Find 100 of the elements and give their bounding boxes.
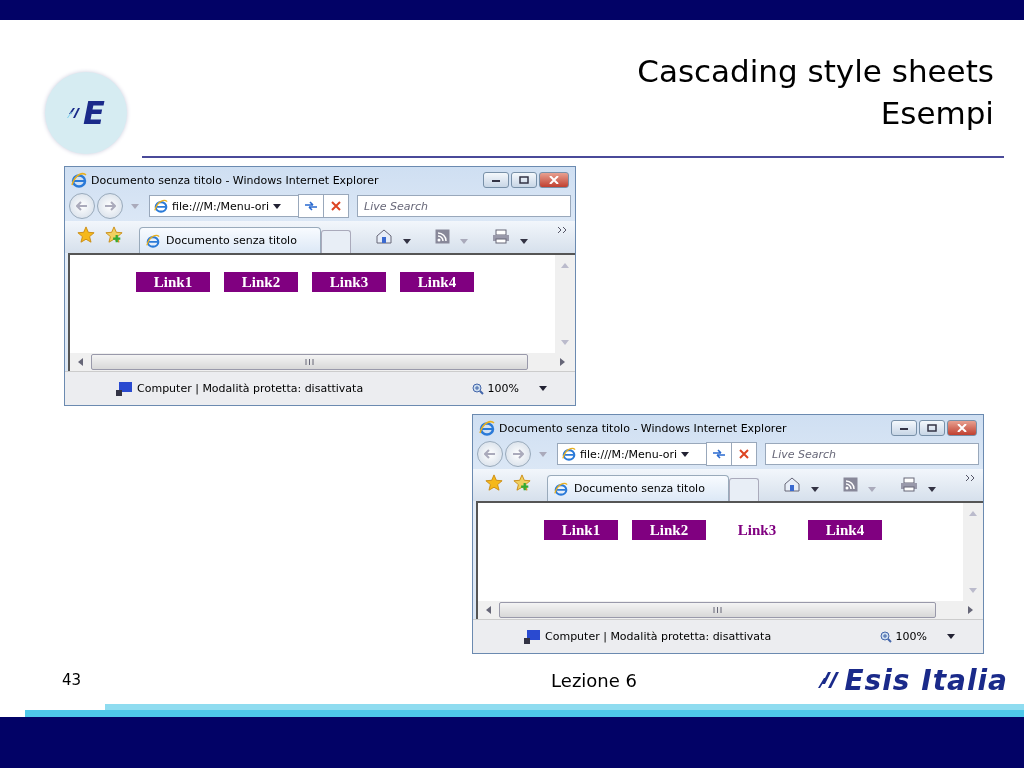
dropdown-caret-icon xyxy=(681,451,690,457)
horizontal-scrollbar[interactable] xyxy=(476,601,983,619)
dropdown-caret-icon xyxy=(811,487,819,492)
menu-link[interactable]: Link4 xyxy=(400,272,474,292)
address-bar[interactable]: file:///M:/Menu-ori xyxy=(557,443,707,465)
dropdown-caret-icon xyxy=(460,239,468,244)
refresh-button[interactable] xyxy=(298,194,324,218)
minimize-icon xyxy=(899,425,909,431)
ie-logo-icon xyxy=(554,481,568,496)
grip-icon xyxy=(713,607,722,613)
forward-button[interactable] xyxy=(97,193,123,219)
page-number: 43 xyxy=(62,671,82,689)
minimize-button[interactable] xyxy=(891,420,917,436)
feed-icon[interactable] xyxy=(435,229,450,244)
back-arrow-icon xyxy=(484,449,496,459)
stop-button[interactable] xyxy=(731,442,757,466)
stop-x-icon xyxy=(739,449,749,459)
tab-label: Documento senza titolo xyxy=(166,234,297,247)
dropdown-caret-icon xyxy=(273,203,282,209)
chevron-icon[interactable] xyxy=(558,227,567,233)
zoom-level[interactable]: 100% xyxy=(487,382,519,395)
window-title: Documento senza titolo - Windows Internet Explorer xyxy=(499,421,787,435)
printer-icon[interactable] xyxy=(900,477,918,492)
ie-logo-icon xyxy=(479,420,495,436)
feed-icon[interactable] xyxy=(843,477,858,492)
brand-name: Esis Italia xyxy=(844,663,1008,697)
dropdown-caret-icon xyxy=(403,239,411,244)
window-title: Documento senza titolo - Windows Internet Explorer xyxy=(91,173,379,187)
back-button[interactable] xyxy=(477,441,503,467)
scroll-up-arrow-icon xyxy=(561,263,569,268)
computer-icon xyxy=(523,629,541,644)
scroll-left-arrow-icon xyxy=(486,606,491,614)
zoom-icon[interactable] xyxy=(471,382,484,395)
star-icon xyxy=(77,226,95,244)
scroll-down-arrow-icon xyxy=(561,340,569,345)
address-text: file:///M:/Menu-ori xyxy=(580,447,678,461)
slide-title: Cascading style sheets xyxy=(637,52,994,91)
vertical-scrollbar[interactable] xyxy=(963,503,983,601)
close-icon xyxy=(549,176,559,184)
search-field[interactable]: Live Search xyxy=(357,195,571,217)
star-plus-icon xyxy=(513,474,531,492)
scrollbar-thumb[interactable] xyxy=(499,602,936,618)
chevron-icon[interactable] xyxy=(966,475,975,481)
stop-x-icon xyxy=(331,201,341,211)
maximize-icon xyxy=(927,424,937,432)
menu-link[interactable]: Link4 xyxy=(808,520,882,540)
browser-tab[interactable]: Documento senza titolo xyxy=(547,475,729,501)
star-icon xyxy=(485,474,503,492)
zoom-icon[interactable] xyxy=(879,630,892,643)
browser-tab[interactable]: Documento senza titolo xyxy=(139,227,321,253)
close-button[interactable] xyxy=(539,172,569,188)
dropdown-caret-icon xyxy=(947,634,955,639)
ie-logo-icon xyxy=(146,233,160,248)
tab-label: Documento senza titolo xyxy=(574,482,705,495)
forward-button[interactable] xyxy=(505,441,531,467)
close-icon xyxy=(957,424,967,432)
maximize-icon xyxy=(519,176,529,184)
address-text: file:///M:/Menu-ori xyxy=(172,199,270,213)
printer-icon[interactable] xyxy=(492,229,510,244)
maximize-button[interactable] xyxy=(919,420,945,436)
ie-logo-icon xyxy=(71,172,87,188)
menu-link[interactable]: Link1 xyxy=(136,272,210,292)
scroll-down-arrow-icon xyxy=(969,588,977,593)
menu-link[interactable]: Link1 xyxy=(544,520,618,540)
menu-link[interactable]: Link3 xyxy=(312,272,386,292)
dropdown-caret-icon xyxy=(131,203,139,209)
address-bar[interactable]: file:///M:/Menu-ori xyxy=(149,195,299,217)
forward-arrow-icon xyxy=(104,201,116,211)
grip-icon xyxy=(305,359,314,365)
status-text: Computer | Modalità protetta: disattivata xyxy=(137,382,364,395)
back-button[interactable] xyxy=(69,193,95,219)
slide-subtitle: Esempi xyxy=(879,94,994,133)
star-plus-icon xyxy=(105,226,123,244)
vertical-scrollbar[interactable] xyxy=(555,255,575,353)
close-button[interactable] xyxy=(947,420,977,436)
scrollbar-thumb[interactable] xyxy=(91,354,528,370)
home-icon[interactable] xyxy=(783,476,801,492)
scroll-left-arrow-icon xyxy=(78,358,83,366)
minimize-button[interactable] xyxy=(483,172,509,188)
zoom-level[interactable]: 100% xyxy=(895,630,927,643)
back-arrow-icon xyxy=(76,201,88,211)
dropdown-caret-icon xyxy=(928,487,936,492)
refresh-button[interactable] xyxy=(706,442,732,466)
scroll-right-arrow-icon xyxy=(968,606,973,614)
computer-icon xyxy=(115,381,133,396)
footer-text: Lezione 6 xyxy=(551,669,637,691)
menu-link[interactable]: Link3 xyxy=(720,520,794,540)
home-icon[interactable] xyxy=(375,228,393,244)
horizontal-scrollbar[interactable] xyxy=(68,353,575,371)
search-field[interactable]: Live Search xyxy=(765,443,979,465)
menu-link[interactable]: Link2 xyxy=(632,520,706,540)
maximize-button[interactable] xyxy=(511,172,537,188)
forward-arrow-icon xyxy=(512,449,524,459)
dropdown-caret-icon xyxy=(520,239,528,244)
ie-logo-icon xyxy=(562,447,576,461)
menu-link[interactable]: Link2 xyxy=(224,272,298,292)
stop-button[interactable] xyxy=(323,194,349,218)
ie-logo-icon xyxy=(154,199,168,213)
refresh-arrows-icon xyxy=(712,448,726,460)
scroll-up-arrow-icon xyxy=(969,511,977,516)
